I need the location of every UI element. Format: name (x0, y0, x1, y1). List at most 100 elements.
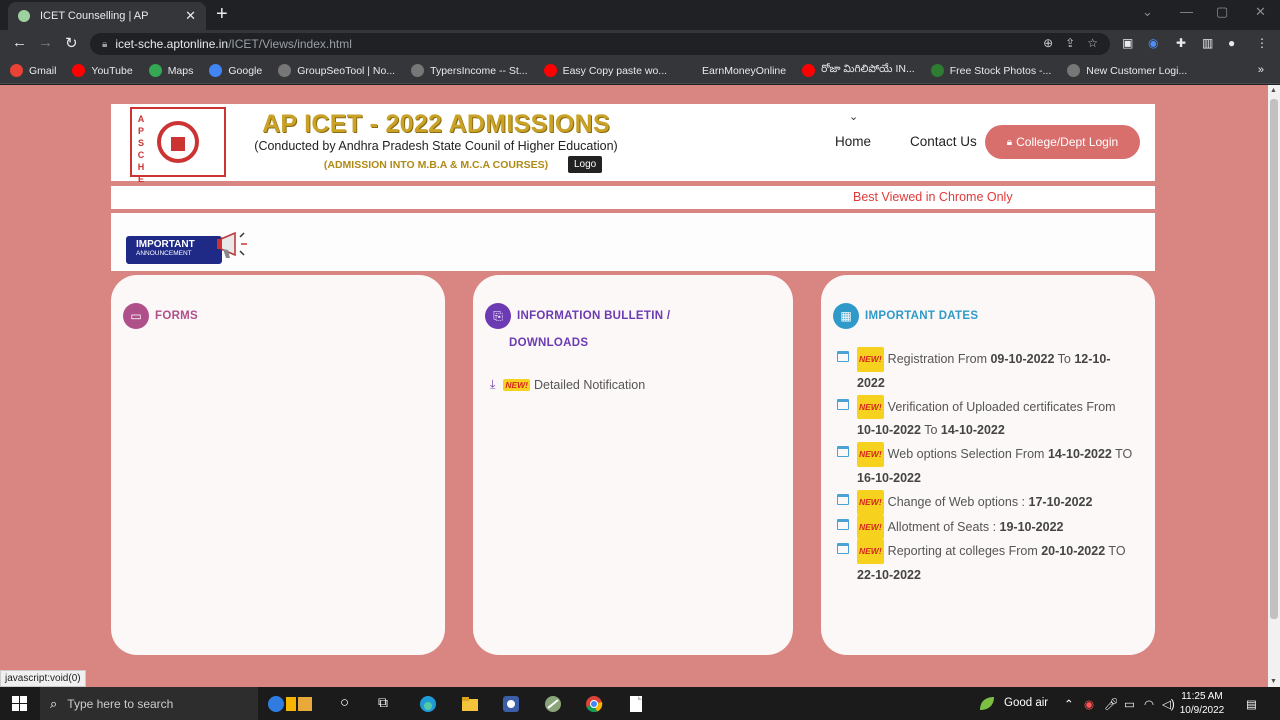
zoom-icon[interactable]: ⊕ (1043, 36, 1053, 50)
login-label: College/Dept Login (1016, 135, 1119, 149)
nav-contact-link[interactable]: Contact Us (910, 134, 977, 149)
page-scrollbar[interactable]: ▲ ▼ (1268, 85, 1280, 687)
image-icon (930, 64, 944, 77)
announcement-line2: ANNOUNCEMENT (136, 250, 192, 257)
forward-arrow-icon[interactable]: → (38, 34, 53, 51)
side-panel-icon[interactable]: ▥ (1202, 36, 1213, 50)
bookmark-label: Free Stock Photos -... (949, 64, 1052, 77)
globe-icon (278, 64, 292, 77)
chrome-icon[interactable] (585, 695, 603, 713)
tab-search-icon[interactable]: ⌄ (1142, 4, 1153, 20)
lock-icon[interactable]: 🔒︎ (102, 39, 107, 50)
taskbar-clock[interactable]: 11:25 AM 10/9/2022 (1172, 690, 1232, 718)
profile-icon[interactable]: ● (1228, 36, 1235, 50)
date-item: NEW! Allotment of Seats : 19-10-2022 (837, 514, 1137, 540)
app-green-icon[interactable] (544, 695, 562, 713)
reload-icon[interactable]: ↻ (65, 34, 78, 52)
weather-label[interactable]: Good air (1004, 697, 1048, 709)
browser-tab[interactable]: ICET Counselling | AP ✕ (8, 2, 206, 30)
menu-dots-icon[interactable]: ⋮ (1256, 36, 1268, 50)
date-item-text: Registration From (887, 352, 991, 366)
extension-blue-icon[interactable]: ◉ (1148, 36, 1158, 50)
bookmark-label: YouTube (91, 64, 133, 77)
youtube-icon (543, 64, 557, 77)
cortana-icon[interactable]: ○ (340, 694, 349, 711)
tab-close-icon[interactable]: ✕ (185, 8, 196, 24)
wifi-icon[interactable]: ◠ (1144, 697, 1154, 711)
download-icon: ⤓ (490, 377, 496, 391)
forms-title: FORMS (155, 310, 199, 322)
globe-icon (1067, 64, 1081, 77)
bookmark-item[interactable]: Free Stock Photos -... (930, 64, 1052, 77)
search-icon: ⌕ (50, 695, 58, 711)
task-view-icon[interactable]: ⧉ (378, 694, 388, 711)
more-bookmarks-icon[interactable]: » (1258, 64, 1264, 76)
bulletin-title: INFORMATION BULLETIN / DOWNLOADS (509, 303, 670, 357)
microphone-icon[interactable]: 🎤︎ (1104, 697, 1119, 711)
bookmark-item[interactable]: Easy Copy paste wo... (543, 64, 667, 77)
announcement-line1: IMPORTANT (136, 239, 195, 250)
notepad-icon[interactable] (627, 695, 645, 713)
logo-vertical-text: APSCHE (135, 113, 147, 185)
new-badge: NEW! (857, 442, 884, 467)
calendar-icon: ▦ (833, 303, 859, 329)
page-title: AP ICET - 2022 ADMISSIONS (262, 110, 610, 138)
date-item-text: Allotment of Seats : (887, 519, 1000, 534)
apsche-logo[interactable]: APSCHE (130, 107, 226, 184)
bookmark-item[interactable]: YouTube (72, 64, 133, 77)
app-blue-icon[interactable] (502, 695, 520, 713)
bookmark-star-icon[interactable]: ☆ (1087, 36, 1098, 50)
file-explorer-icon[interactable] (461, 695, 479, 713)
bookmark-item[interactable]: TypersIncome -- St... (411, 64, 528, 77)
tray-app-icon[interactable]: ◉ (1084, 697, 1094, 711)
scroll-up-arrow-icon[interactable]: ▲ (1270, 87, 1277, 94)
bookmark-item[interactable]: New Customer Logi... (1067, 64, 1187, 77)
date-item: NEW! Reporting at colleges From 20-10-202… (837, 539, 1137, 587)
bookmark-label: Google (228, 64, 263, 77)
tray-chevron-up-icon[interactable]: ⌃ (1064, 697, 1074, 711)
battery-icon[interactable]: ▭ (1124, 697, 1135, 711)
extension-icon[interactable]: ▣ (1122, 36, 1133, 50)
new-badge: NEW! (857, 489, 884, 515)
address-bar[interactable]: 🔒︎ icet-sche.aptonline.in /ICET/Views/in… (90, 33, 1110, 55)
search-highlight-icon[interactable] (266, 695, 324, 713)
bookmark-item[interactable]: Gmail (10, 64, 56, 77)
college-login-button[interactable]: 🔒︎ College/Dept Login (985, 125, 1140, 159)
bookmark-label: TypersIncome -- St... (430, 64, 528, 77)
bookmark-item[interactable]: Maps (148, 64, 194, 77)
logo-tooltip: Logo (568, 156, 603, 173)
important-dates-card: ▦ IMPORTANT DATES NEW! Registration From … (821, 275, 1155, 655)
bookmark-item[interactable]: GroupSeoTool | No... (278, 64, 395, 77)
windows-start-icon[interactable] (12, 696, 27, 711)
back-arrow-icon[interactable]: ← (12, 34, 27, 51)
scroll-down-arrow-icon[interactable]: ▼ (1270, 678, 1277, 685)
bookmark-item[interactable]: Google (209, 64, 262, 77)
bookmark-item[interactable]: EarnMoneyOnline (683, 64, 786, 77)
window-close-icon[interactable]: ✕ (1255, 4, 1266, 20)
minimize-icon[interactable]: — (1180, 4, 1193, 19)
notification-icon[interactable]: ▤ (1246, 697, 1257, 711)
new-tab-icon[interactable]: + (216, 3, 228, 25)
edge-browser-icon[interactable] (419, 695, 437, 713)
marquee-text: Best Viewed in Chrome Only (853, 190, 1013, 204)
taskbar-search-box[interactable]: ⌕ Type here to search (40, 687, 258, 720)
google-icon (10, 64, 23, 77)
tab-strip: ICET Counselling | AP ✕ + ⌄ — ▢ ✕ (0, 0, 1280, 30)
site-header: APSCHE AP ICET - 2022 ADMISSIONS (Conduc… (111, 104, 1155, 184)
weather-leaf-icon[interactable] (978, 695, 996, 713)
date-item-text: Reporting at colleges From (887, 544, 1042, 559)
bookmark-label: Gmail (29, 64, 57, 77)
scrollbar-thumb[interactable] (1270, 99, 1278, 619)
puzzle-icon[interactable]: ✚ (1176, 36, 1186, 50)
bookmark-item[interactable]: రోజా మిగిలిపోయే IN... (802, 63, 915, 78)
date-item-text: Verification of Uploaded certificates Fr… (887, 399, 1116, 414)
chevron-down-icon[interactable]: ⌄ (849, 110, 858, 123)
nav-home-link[interactable]: Home (835, 134, 871, 149)
bookmark-label: Maps (167, 64, 194, 77)
maximize-icon[interactable]: ▢ (1216, 4, 1228, 20)
maps-icon (148, 64, 162, 77)
url-path: /ICET/Views/index.html (228, 37, 352, 51)
new-badge: NEW! (857, 394, 884, 420)
detailed-notification-link[interactable]: ⤓ NEW! Detailed Notification (490, 377, 645, 392)
share-icon[interactable]: ⇪ (1065, 36, 1075, 50)
